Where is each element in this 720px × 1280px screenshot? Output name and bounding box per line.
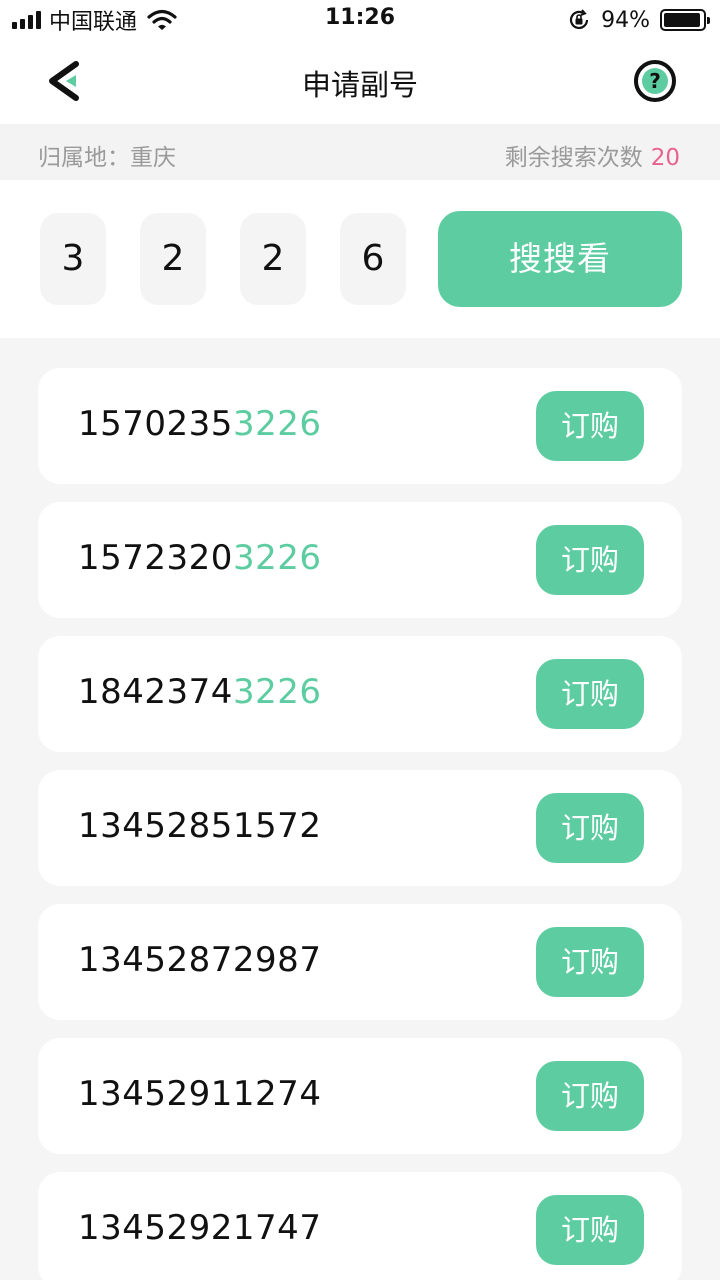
remaining-count: 20 <box>650 145 680 171</box>
question-mark-icon[interactable]: ? <box>632 58 678 104</box>
digit-input-2[interactable]: 2 <box>140 213 206 305</box>
remaining-searches: 剩余搜索次数 20 <box>505 138 680 172</box>
battery-icon <box>660 9 710 31</box>
list-item: 15702353226 订购 <box>38 368 682 484</box>
page-title: 申请副号 <box>301 68 418 102</box>
list-item: 15723203226 订购 <box>38 502 682 618</box>
remaining-label: 剩余搜索次数 <box>504 145 643 171</box>
number-match: 3226 <box>232 404 322 444</box>
list-item: 13452872987 订购 <box>38 904 682 1020</box>
phone-number: 13452851572 <box>78 806 321 846</box>
number-prefix: 13452911274 <box>78 1074 322 1114</box>
number-prefix: 1570235 <box>78 404 233 444</box>
results-list: 15702353226 订购 15723203226 订购 1842374322… <box>38 368 682 1280</box>
order-button[interactable]: 订购 <box>536 525 644 595</box>
number-match: 3226 <box>232 538 322 578</box>
info-bar: 归属地：重庆 剩余搜索次数 20 <box>0 124 720 180</box>
orientation-lock-icon <box>570 9 589 29</box>
phone-number: 15723203226 <box>78 538 321 578</box>
region-label: 归属地：重庆 <box>38 145 176 171</box>
number-prefix: 1572320 <box>78 538 233 578</box>
order-button[interactable]: 订购 <box>536 927 644 997</box>
list-item: 13452921747 订购 <box>38 1172 682 1280</box>
phone-number: 18423743226 <box>78 672 321 712</box>
phone-number: 15702353226 <box>78 404 321 444</box>
search-panel: 3 2 2 6 搜搜看 <box>0 180 720 338</box>
battery-fill <box>664 13 700 27</box>
battery-percent: 94% <box>601 7 650 33</box>
order-button[interactable]: 订购 <box>536 793 644 863</box>
order-button[interactable]: 订购 <box>536 391 644 461</box>
status-right: 94% <box>567 6 710 34</box>
list-item: 13452911274 订购 <box>38 1038 682 1154</box>
number-prefix: 13452921747 <box>78 1208 322 1248</box>
phone-number: 13452872987 <box>78 940 321 980</box>
digit-input-3[interactable]: 2 <box>240 213 306 305</box>
list-item: 13452851572 订购 <box>38 770 682 886</box>
svg-text:?: ? <box>649 69 661 93</box>
order-button[interactable]: 订购 <box>536 659 644 729</box>
order-button[interactable]: 订购 <box>536 1195 644 1265</box>
status-bar: 中国联通 11:26 94% <box>0 0 720 40</box>
number-prefix: 13452851572 <box>78 806 322 846</box>
list-item: 18423743226 订购 <box>38 636 682 752</box>
number-match: 3226 <box>232 672 322 712</box>
number-prefix: 13452872987 <box>78 940 322 980</box>
digit-input-1[interactable]: 3 <box>40 213 106 305</box>
phone-number: 13452921747 <box>78 1208 321 1248</box>
digit-input-4[interactable]: 6 <box>340 213 406 305</box>
phone-number: 13452911274 <box>78 1074 321 1114</box>
number-prefix: 1842374 <box>78 672 233 712</box>
nav-bar: 申请副号 ? <box>0 40 720 124</box>
order-button[interactable]: 订购 <box>536 1061 644 1131</box>
search-button[interactable]: 搜搜看 <box>438 211 682 307</box>
